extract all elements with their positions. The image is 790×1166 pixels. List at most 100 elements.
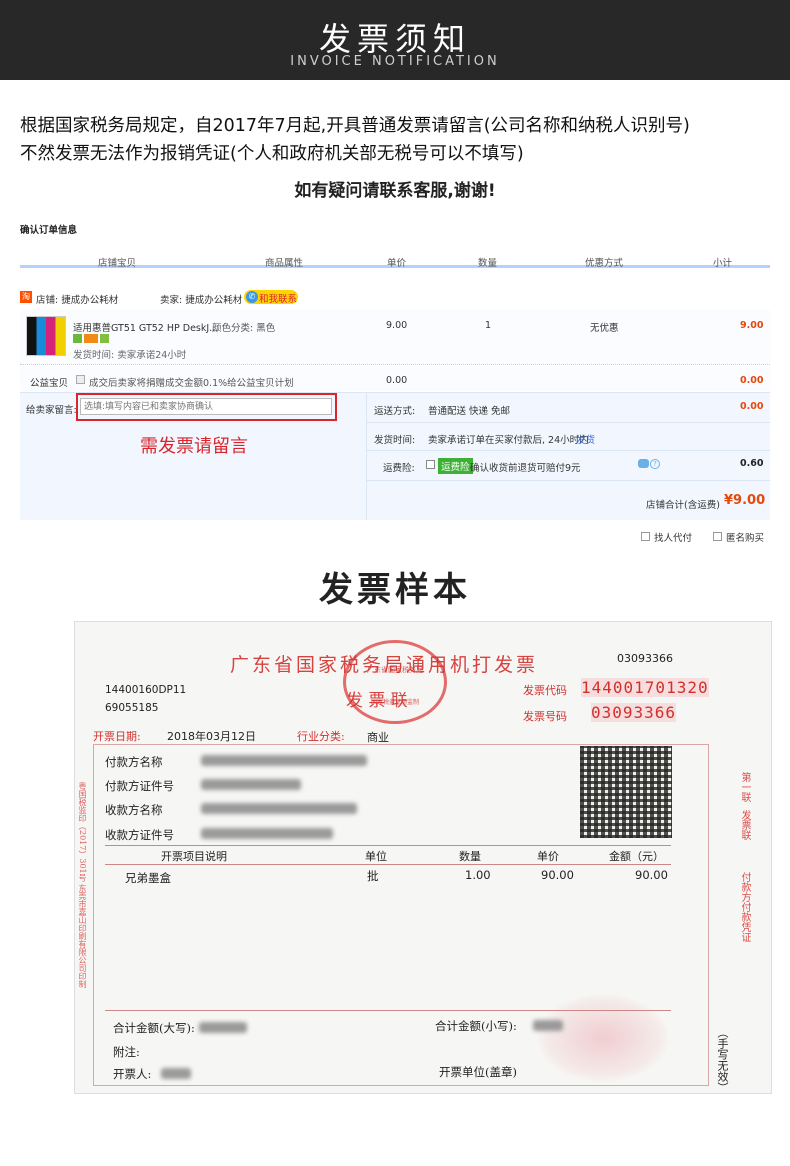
charity-label: 公益宝贝 <box>30 378 69 389</box>
col-item: 开票项目说明 <box>161 850 227 863</box>
payer-id-label: 付款方证件号 <box>105 779 174 793</box>
col-amount: 金额（元） <box>609 850 664 863</box>
remark-label: 附注: <box>113 1045 140 1059</box>
date-value: 2018年03月12日 <box>167 730 256 743</box>
payee-id-value <box>201 828 333 839</box>
table-top-line <box>105 845 671 846</box>
invoice-message-note: 需发票请留言 <box>140 436 248 457</box>
issuer-value <box>161 1068 191 1079</box>
industry-value: 商业 <box>367 731 389 744</box>
company-stamp <box>537 994 669 1082</box>
side-left-text: 粤国税监印（2017）301号 东莞市嘉山印刷有限公司印制 <box>78 782 87 989</box>
shop-total-value: ¥9.00 <box>724 493 766 508</box>
seller-name: 卖家: 捷成办公耗材 <box>160 295 243 306</box>
shop-total-label: 店铺合计(含运费) <box>646 500 720 511</box>
banner-subtitle: INVOICE NOTIFICATION <box>290 54 500 69</box>
seven-day-return-icon <box>73 334 82 343</box>
side-right-3: 付款方付款凭证 <box>739 872 750 942</box>
payer-name-value <box>201 755 367 766</box>
item-price: 90.00 <box>541 868 574 882</box>
pay-for-me-label: 找人代付 <box>654 533 693 544</box>
pay-for-me-checkbox[interactable] <box>641 532 650 541</box>
payer-name-label: 付款方名称 <box>105 755 163 769</box>
col-header-subtotal: 小计 <box>713 258 733 269</box>
card-payment-icon <box>84 334 98 343</box>
invoice-number-top: 03093366 <box>617 652 673 665</box>
col-header-attr: 商品属性 <box>265 258 304 269</box>
delivery-label: 运送方式: <box>374 406 416 417</box>
side-right-1: 第一联 <box>739 772 750 802</box>
col-header-shop: 店铺宝贝 <box>98 258 137 269</box>
guarantee-icon <box>100 334 109 343</box>
extras-divider <box>366 392 367 520</box>
insurance-badge: 运费险 <box>438 458 473 474</box>
product-thumbnail[interactable] <box>26 316 66 356</box>
message-label: 给卖家留言: <box>26 405 77 416</box>
issuer-unit-label: 开票单位(盖章) <box>439 1065 517 1079</box>
chat-bubble-icon[interactable] <box>638 459 649 468</box>
issuer-label: 开票人: <box>113 1067 152 1081</box>
contact-label: 和我联系 <box>259 294 298 305</box>
header-banner: 发票须知 INVOICE NOTIFICATION <box>0 0 790 80</box>
qr-code <box>580 746 672 838</box>
dispatch-value: 卖家承诺订单在买家付款后, 24小时内 <box>428 435 589 446</box>
invoice-code-value: 144001701320 <box>581 678 709 697</box>
item-amount: 90.00 <box>635 868 668 882</box>
anonymous-checkbox[interactable] <box>713 532 722 541</box>
invoice-code-left-2: 69055185 <box>105 702 159 714</box>
charity-subtotal: 0.00 <box>740 375 764 386</box>
insurance-checkbox[interactable] <box>426 460 435 469</box>
item-unit: 批 <box>367 869 379 883</box>
invoice-sample: 广东省国家税务局 国家税务总局监制 广东省国家税务局通用机打发票 发 票 联 0… <box>74 621 772 1094</box>
product-price: 9.00 <box>386 320 408 331</box>
row-divider <box>367 422 770 423</box>
industry-label: 行业分类: <box>297 730 345 743</box>
invoice-title: 广东省国家税务局通用机打发票 <box>230 654 539 676</box>
dispatch-link[interactable]: 发货 <box>576 432 595 446</box>
product-ship-time: 发货时间: 卖家承诺24小时 <box>73 350 187 361</box>
date-label: 开票日期: <box>93 730 141 743</box>
sum-upper-label: 合计金额(大写): <box>113 1021 195 1035</box>
table-header-line <box>105 864 671 865</box>
col-header-price: 单价 <box>387 258 407 269</box>
product-qty: 1 <box>485 320 492 331</box>
insurance-amount: 0.60 <box>740 458 764 469</box>
payer-id-value <box>201 779 301 790</box>
sum-upper-value <box>199 1022 247 1033</box>
insurance-text: 确认收货前退货可赔付9元 <box>470 463 581 474</box>
col-qty: 数量 <box>459 850 481 863</box>
payee-name-label: 收款方名称 <box>105 803 163 817</box>
col-unit: 单位 <box>365 850 387 863</box>
invoice-subtitle: 发 票 联 <box>346 691 408 711</box>
notice-line-2: 不然发票无法作为报销凭证(个人和政府机关部无税号可以不填写) <box>20 144 524 164</box>
insurance-label: 运费险: <box>383 463 415 474</box>
item-name: 兄弟墨盒 <box>125 871 171 885</box>
side-right-2: 发票联 <box>739 810 750 840</box>
product-discount: 无优惠 <box>590 323 619 334</box>
contact-note: 如有疑问请联系客服,谢谢! <box>294 181 496 201</box>
order-title: 确认订单信息 <box>20 225 78 236</box>
sum-lower-value <box>533 1020 563 1031</box>
col-header-discount: 优惠方式 <box>585 258 624 269</box>
charity-text: 成交后卖家将捐赠成交金额0.1%给公益宝贝计划 <box>89 378 294 389</box>
charity-checkbox[interactable] <box>76 375 85 384</box>
invoice-no-value: 03093366 <box>591 703 677 722</box>
notice-line-1: 根据国家税务局规定，自2017年7月起,开具普通发票请留言(公司名称和纳税人识别… <box>20 116 690 136</box>
row-divider <box>367 480 770 481</box>
invoice-code-left-1: 14400160DP11 <box>105 684 187 696</box>
dispatch-label: 发货时间: <box>374 435 416 446</box>
product-name[interactable]: 适用惠普GT51 GT52 HP DeskJ... <box>73 320 218 334</box>
table-bottom-line <box>105 1010 671 1011</box>
charity-price: 0.00 <box>386 375 408 386</box>
shop-name[interactable]: 店铺: 捷成办公耗材 <box>36 292 118 306</box>
delivery-value[interactable]: 普通配送 快递 免邮 <box>428 403 510 417</box>
product-subtotal: 9.00 <box>740 320 764 331</box>
invoice-code-label: 发票代码 <box>523 684 567 697</box>
invoice-no-label: 发票号码 <box>523 710 567 723</box>
help-icon[interactable]: ? <box>650 459 660 469</box>
taobao-shop-icon: 淘 <box>20 291 32 303</box>
payee-name-value <box>201 803 357 814</box>
message-input[interactable] <box>80 398 332 415</box>
contact-seller-button[interactable]: ✆ 和我联系 <box>244 290 298 305</box>
row-divider <box>367 450 770 451</box>
